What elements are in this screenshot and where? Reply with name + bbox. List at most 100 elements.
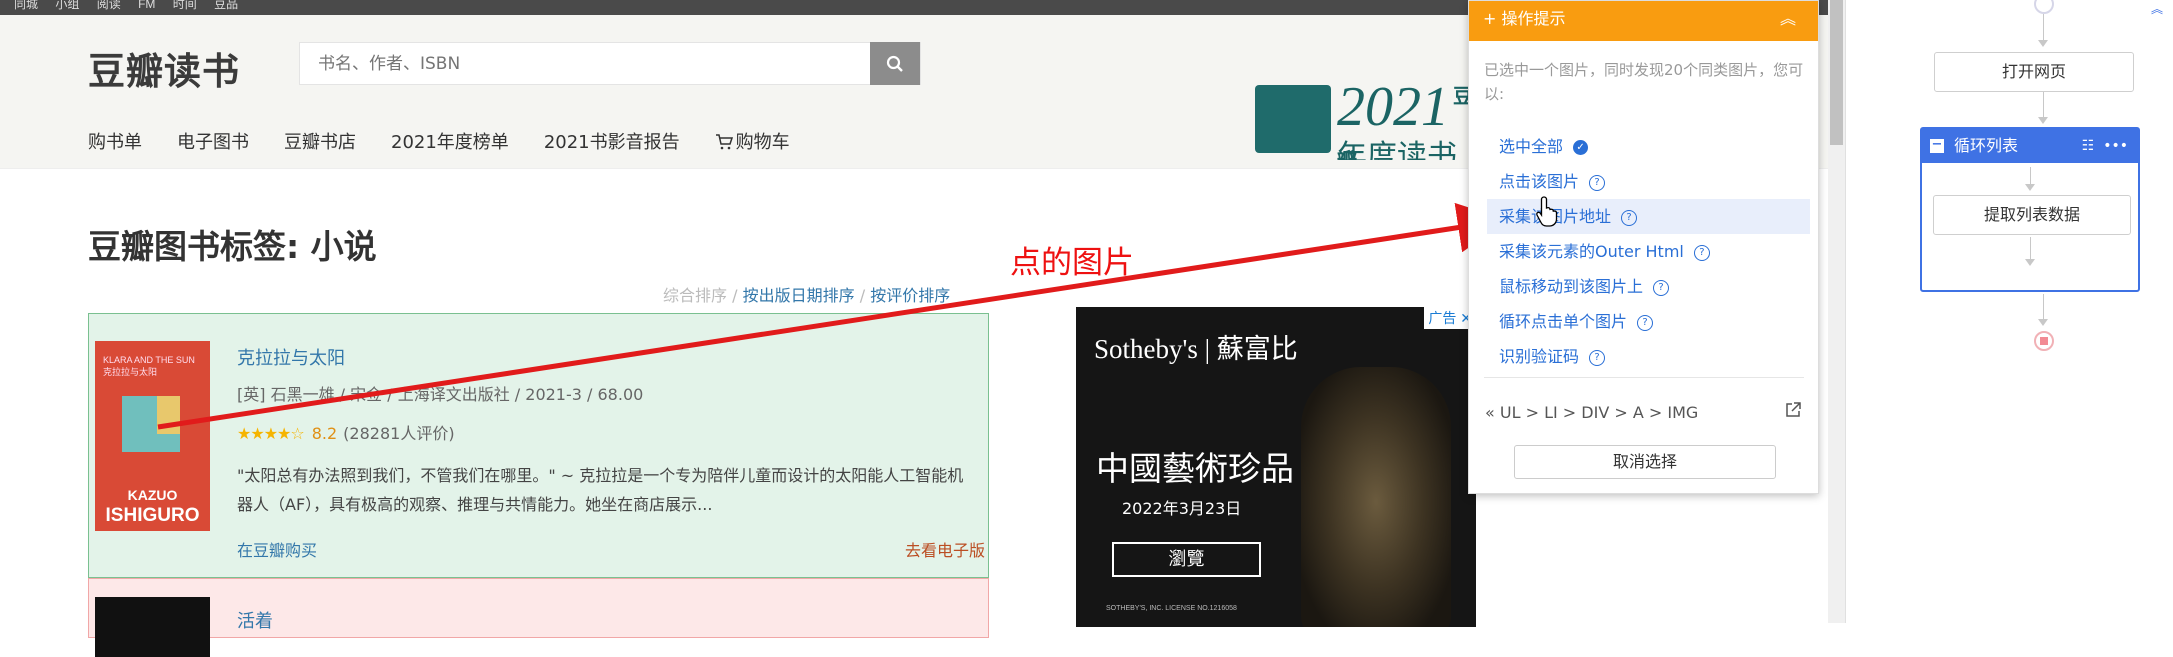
- search-icon: [886, 55, 903, 72]
- cover-title: KLARA AND THE SUN 克拉拉与太阳: [103, 355, 195, 377]
- element-path-breadcrumb: « UL > LI > DIV > A > IMG: [1485, 403, 1699, 422]
- nav-cart-label: 购物车: [735, 132, 790, 153]
- search-input[interactable]: [300, 43, 880, 84]
- action-extract-outer-html[interactable]: 采集该元素的Outer Html?: [1469, 234, 1820, 269]
- nav-item-store[interactable]: 豆瓣书店: [284, 132, 356, 153]
- help-icon[interactable]: ?: [1589, 174, 1606, 191]
- workflow-loop-list[interactable]: − 循环列表 ☷ ••• 提取列表数据: [1920, 127, 2140, 292]
- flow-connector: [2030, 237, 2031, 259]
- flow-arrow-icon: [2025, 184, 2035, 191]
- flow-arrow-icon: [2025, 259, 2035, 266]
- workflow-node-extract-data[interactable]: 提取列表数据: [1933, 195, 2131, 235]
- nav-item-annual-report[interactable]: 2021书影音报告: [544, 132, 680, 153]
- view-ebook-link[interactable]: 去看电子版: [905, 537, 985, 561]
- advertisement[interactable]: Sotheby's | 蘇富比 中國藝術珍品 2022年3月23日 瀏覽 SOT…: [1076, 307, 1476, 627]
- buy-on-douban-link[interactable]: 在豆瓣购买: [237, 537, 317, 561]
- flow-connector: [2043, 92, 2044, 117]
- page-title: 豆瓣图书标签: 小说: [88, 227, 377, 266]
- collapse-loop-icon[interactable]: −: [1930, 138, 1944, 153]
- topbar-link[interactable]: 同城: [14, 0, 38, 10]
- help-icon[interactable]: ?: [1589, 349, 1606, 366]
- workflow-end-icon: [2034, 331, 2054, 351]
- book-cover-image[interactable]: KLARA AND THE SUN 克拉拉与太阳 KAZUO ISHIGURO: [95, 341, 210, 531]
- divider: [1484, 377, 1804, 378]
- topbar-link[interactable]: 时间: [173, 0, 197, 10]
- book-list-item: 活着: [88, 578, 989, 657]
- sort-overall[interactable]: 综合排序: [663, 286, 727, 305]
- main-nav: 购书单 电子图书 豆瓣书店 2021年度榜单 2021书影音报告 购物车: [88, 128, 860, 154]
- action-captcha[interactable]: 识别验证码?: [1469, 339, 1820, 374]
- rating-stars: ★★★★☆: [237, 424, 305, 443]
- book-title[interactable]: 活着: [237, 607, 273, 633]
- book-title[interactable]: 克拉拉与太阳: [237, 344, 345, 370]
- ad-browse-button[interactable]: 瀏覽: [1112, 542, 1261, 577]
- collapse-icon[interactable]: ︽: [1780, 1, 1796, 37]
- page-scrollbar[interactable]: [1828, 0, 1845, 623]
- tips-message: 已选中一个图片，同时发现20个同类图片，您可以:: [1484, 61, 1804, 103]
- book-cover-image[interactable]: [95, 597, 210, 657]
- help-icon[interactable]: ?: [1637, 314, 1654, 331]
- tips-header: + 操作提示 ︽: [1469, 1, 1818, 41]
- nav-item-cart[interactable]: 购物车: [715, 132, 825, 153]
- flow-connector: [2030, 167, 2031, 185]
- topbar-link[interactable]: 阅读: [97, 0, 121, 10]
- nav-item-ebook[interactable]: 电子图书: [177, 132, 249, 153]
- loop-header: − 循环列表 ☷ •••: [1922, 129, 2138, 163]
- scrollbar-thumb[interactable]: [1830, 0, 1843, 145]
- nav-item-annual-list[interactable]: 2021年度榜单: [391, 132, 509, 153]
- cover-author-first: KAZUO: [127, 487, 178, 503]
- topbar-link[interactable]: 小组: [55, 0, 79, 10]
- loop-menu-icons[interactable]: ☷ •••: [2082, 129, 2128, 163]
- tips-action-list: 选中全部✓ 点击该图片? 采集该图片地址? 采集该元素的Outer Html? …: [1469, 129, 1820, 374]
- flow-arrow-icon: [2038, 40, 2048, 47]
- check-icon: ✓: [1573, 140, 1589, 155]
- sort-by-rating[interactable]: 按评价排序: [870, 286, 950, 305]
- rating-count: (28281人评价): [343, 424, 455, 443]
- search-box: [299, 42, 921, 85]
- flow-connector: [2043, 14, 2044, 40]
- book-rating: ★★★★☆ 8.2 (28281人评价): [237, 420, 455, 444]
- action-loop-click[interactable]: 循环点击单个图片?: [1469, 304, 1820, 339]
- help-icon[interactable]: ?: [1653, 279, 1670, 296]
- cancel-selection-button[interactable]: 取消选择: [1514, 445, 1776, 479]
- ad-vase-image: [1301, 367, 1451, 627]
- tips-title: 操作提示: [1501, 9, 1566, 28]
- action-mouse-hover[interactable]: 鼠标移动到该图片上?: [1469, 269, 1820, 304]
- book-publication-info: [英] 石黑一雄 / 宋佥 / 上海译文出版社 / 2021-3 / 68.00: [237, 385, 644, 404]
- search-button[interactable]: [870, 42, 920, 85]
- workflow-node-open-page[interactable]: 打开网页: [1934, 52, 2134, 92]
- annual-list-banner[interactable]: 2021豆瓣 年度读书榜单: [1255, 65, 1475, 160]
- book-list-item: KLARA AND THE SUN 克拉拉与太阳 KAZUO ISHIGURO 克…: [88, 313, 989, 578]
- action-select-all[interactable]: 选中全部 ✓: [1469, 129, 1820, 164]
- flow-connector: [2043, 294, 2044, 319]
- ad-license: SOTHEBY'S, INC. LICENSE NO.1216058: [1106, 605, 1237, 612]
- hand-cursor-icon: [1536, 196, 1558, 227]
- douban-book-logo[interactable]: 豆瓣读书: [88, 41, 240, 95]
- cover-graphic: [157, 396, 180, 434]
- sort-options: 综合排序 / 按出版日期排序 / 按评价排序: [663, 282, 950, 306]
- open-external-icon[interactable]: [1784, 401, 1802, 419]
- workflow-panel: 打开网页 − 循环列表 ☷ ••• 提取列表数据 ︽: [1846, 0, 2173, 623]
- ad-date: 2022年3月23日: [1122, 499, 1242, 518]
- annotation-label: 点的图片: [1010, 245, 1134, 281]
- loop-title: 循环列表: [1954, 136, 2019, 155]
- tips-plus-icon: +: [1483, 9, 1502, 28]
- sort-separator: /: [859, 286, 866, 305]
- workflow-start-icon: [2034, 0, 2054, 14]
- help-icon[interactable]: ?: [1693, 244, 1710, 261]
- help-icon[interactable]: ?: [1621, 209, 1638, 226]
- cart-icon: [715, 134, 733, 150]
- topbar-link[interactable]: 豆品: [214, 0, 238, 10]
- sort-by-date[interactable]: 按出版日期排序: [743, 286, 855, 305]
- operation-tips-panel: + 操作提示 ︽ 已选中一个图片，同时发现20个同类图片，您可以: 选中全部 ✓ …: [1468, 0, 1819, 494]
- nav-item-booklist[interactable]: 购书单: [88, 132, 142, 153]
- expand-parent-icon[interactable]: «: [1485, 403, 1500, 422]
- cover-author-last: ISHIGURO: [105, 505, 200, 526]
- banner-logo-mark: [1255, 85, 1331, 153]
- topbar-link[interactable]: FM: [138, 0, 155, 10]
- book-description: "太阳总有办法照到我们，不管我们在哪里。" ~ 克拉拉是一个专为陪伴儿童而设计的…: [237, 466, 964, 514]
- sort-separator: /: [732, 286, 738, 305]
- action-click-image[interactable]: 点击该图片?: [1469, 164, 1820, 199]
- ad-headline: 中國藝術珍品: [1096, 449, 1294, 488]
- collapse-panel-icon[interactable]: ︽: [2151, 0, 2165, 16]
